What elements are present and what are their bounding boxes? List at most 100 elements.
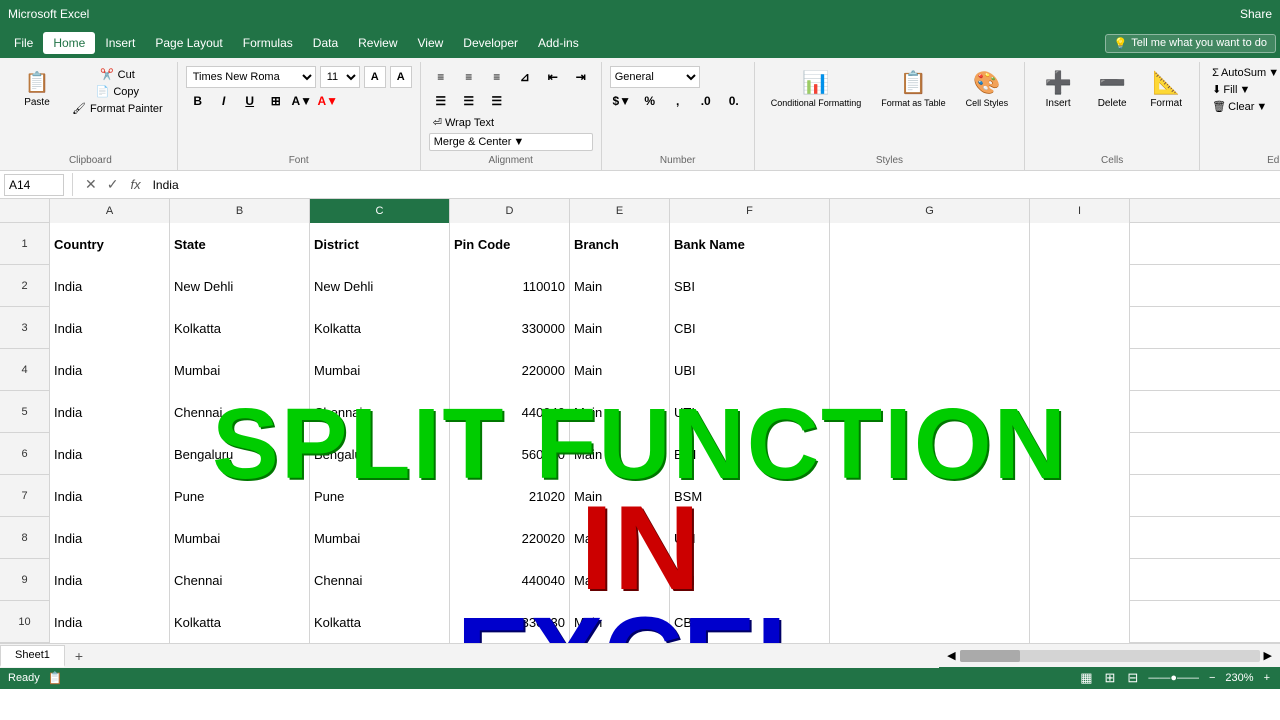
row-header-6[interactable]: 6 xyxy=(0,433,50,475)
underline-button[interactable]: U xyxy=(238,90,262,112)
cell-a2[interactable]: India xyxy=(50,265,170,307)
cell-c8[interactable]: Mumbai xyxy=(310,517,450,559)
share-button[interactable]: Share xyxy=(1240,7,1272,21)
col-header-h[interactable]: I xyxy=(1030,199,1130,223)
cell-g5[interactable] xyxy=(830,391,1030,433)
wrap-angle-btn[interactable]: ⊿ xyxy=(513,66,537,88)
clear-button[interactable]: 🗑 Clear ▼ xyxy=(1208,99,1280,114)
fill-button[interactable]: ⬇ Fill ▼ xyxy=(1208,82,1280,97)
cell-c6[interactable]: Bengaluru xyxy=(310,433,450,475)
cell-a5[interactable]: India xyxy=(50,391,170,433)
cell-e9[interactable]: Main xyxy=(570,559,670,601)
align-right-btn[interactable]: ☰ xyxy=(485,90,509,112)
cell-c2[interactable]: New Dehli xyxy=(310,265,450,307)
cell-b8[interactable]: Mumbai xyxy=(170,517,310,559)
cell-e7[interactable]: Main xyxy=(570,475,670,517)
cell-a9[interactable]: India xyxy=(50,559,170,601)
row-header-10[interactable]: 10 xyxy=(0,601,50,643)
menu-insert[interactable]: Insert xyxy=(95,32,145,54)
cell-c5[interactable]: Chennai xyxy=(310,391,450,433)
cell-d4[interactable]: 220000 xyxy=(450,349,570,391)
cell-g1[interactable] xyxy=(830,223,1030,265)
cell-g4[interactable] xyxy=(830,349,1030,391)
cell-e8[interactable]: Main xyxy=(570,517,670,559)
cell-b3[interactable]: Kolkatta xyxy=(170,307,310,349)
col-header-e[interactable]: E xyxy=(570,199,670,223)
row-header-2[interactable]: 2 xyxy=(0,265,50,307)
cell-e10[interactable]: Main xyxy=(570,601,670,643)
cancel-formula-btn[interactable]: ✕ xyxy=(81,176,101,193)
cell-styles-button[interactable]: 🎨 Cell Styles xyxy=(958,66,1017,113)
align-top-left-btn[interactable]: ≡ xyxy=(429,66,453,88)
cell-h5[interactable] xyxy=(1030,391,1130,433)
search-bar[interactable]: 💡 Tell me what you want to do xyxy=(1105,34,1276,53)
cell-d8[interactable]: 220020 xyxy=(450,517,570,559)
font-size-select[interactable]: 11 xyxy=(320,66,360,88)
cell-f5[interactable]: UTI xyxy=(670,391,830,433)
cell-f6[interactable]: BOI xyxy=(670,433,830,475)
col-header-b[interactable]: B xyxy=(170,199,310,223)
formula-input[interactable] xyxy=(149,178,1276,192)
cell-a1[interactable]: Country xyxy=(50,223,170,265)
italic-button[interactable]: I xyxy=(212,90,236,112)
menu-view[interactable]: View xyxy=(408,32,454,54)
cell-b4[interactable]: Mumbai xyxy=(170,349,310,391)
format-as-table-button[interactable]: 📋 Format as Table xyxy=(873,66,953,113)
conditional-formatting-button[interactable]: 📊 Conditional Formatting xyxy=(763,66,870,113)
cell-a3[interactable]: India xyxy=(50,307,170,349)
cell-h10[interactable] xyxy=(1030,601,1130,643)
menu-formulas[interactable]: Formulas xyxy=(233,32,303,54)
menu-home[interactable]: Home xyxy=(43,32,95,54)
cell-a7[interactable]: India xyxy=(50,475,170,517)
row-header-4[interactable]: 4 xyxy=(0,349,50,391)
page-break-btn[interactable]: ⊟ xyxy=(1125,670,1140,686)
format-button[interactable]: 📐 Format xyxy=(1141,66,1191,113)
insert-button[interactable]: ➕ Insert xyxy=(1033,66,1083,113)
cell-c4[interactable]: Mumbai xyxy=(310,349,450,391)
delete-button[interactable]: ➖ Delete xyxy=(1087,66,1137,113)
align-center-btn[interactable]: ☰ xyxy=(457,90,481,112)
cell-c3[interactable]: Kolkatta xyxy=(310,307,450,349)
cell-g10[interactable] xyxy=(830,601,1030,643)
confirm-formula-btn[interactable]: ✓ xyxy=(103,176,123,193)
zoom-slider[interactable]: ——●—— xyxy=(1148,672,1199,684)
cell-d6[interactable]: 560020 xyxy=(450,433,570,475)
cell-f10[interactable]: CBI xyxy=(670,601,830,643)
scroll-right-btn[interactable]: ▶ xyxy=(1264,649,1272,662)
cell-c7[interactable]: Pune xyxy=(310,475,450,517)
number-format-select[interactable]: General xyxy=(610,66,700,88)
align-top-center-btn[interactable]: ≡ xyxy=(457,66,481,88)
row-header-3[interactable]: 3 xyxy=(0,307,50,349)
zoom-in-btn[interactable]: + xyxy=(1262,672,1272,684)
cell-h6[interactable] xyxy=(1030,433,1130,475)
cell-d1[interactable]: Pin Code xyxy=(450,223,570,265)
indent-right-btn[interactable]: ⇥ xyxy=(569,66,593,88)
zoom-out-btn[interactable]: − xyxy=(1207,672,1217,684)
cell-g9[interactable] xyxy=(830,559,1030,601)
cell-d9[interactable]: 440040 xyxy=(450,559,570,601)
cell-b6[interactable]: Bengaluru xyxy=(170,433,310,475)
cell-g7[interactable] xyxy=(830,475,1030,517)
cell-b7[interactable]: Pune xyxy=(170,475,310,517)
cell-f3[interactable]: CBI xyxy=(670,307,830,349)
format-painter-button[interactable]: 🖌 Format Painter xyxy=(66,100,169,117)
col-header-a[interactable]: A xyxy=(50,199,170,223)
cell-e6[interactable]: Main xyxy=(570,433,670,475)
border-button[interactable]: ⊞ xyxy=(264,90,288,112)
font-decrease-btn[interactable]: A xyxy=(390,66,412,88)
normal-view-btn[interactable]: ▦ xyxy=(1078,670,1094,686)
cell-a6[interactable]: India xyxy=(50,433,170,475)
cell-a10[interactable]: India xyxy=(50,601,170,643)
align-top-right-btn[interactable]: ≡ xyxy=(485,66,509,88)
cell-h4[interactable] xyxy=(1030,349,1130,391)
add-sheet-button[interactable]: + xyxy=(67,648,91,664)
cell-e4[interactable]: Main xyxy=(570,349,670,391)
scroll-left-btn[interactable]: ◀ xyxy=(947,649,955,662)
menu-review[interactable]: Review xyxy=(348,32,407,54)
font-color-button[interactable]: A▼ xyxy=(316,90,340,112)
cell-h8[interactable] xyxy=(1030,517,1130,559)
row-header-9[interactable]: 9 xyxy=(0,559,50,601)
autosum-button[interactable]: Σ AutoSum ▼ xyxy=(1208,66,1280,80)
row-header-7[interactable]: 7 xyxy=(0,475,50,517)
comma-btn[interactable]: , xyxy=(666,90,690,112)
